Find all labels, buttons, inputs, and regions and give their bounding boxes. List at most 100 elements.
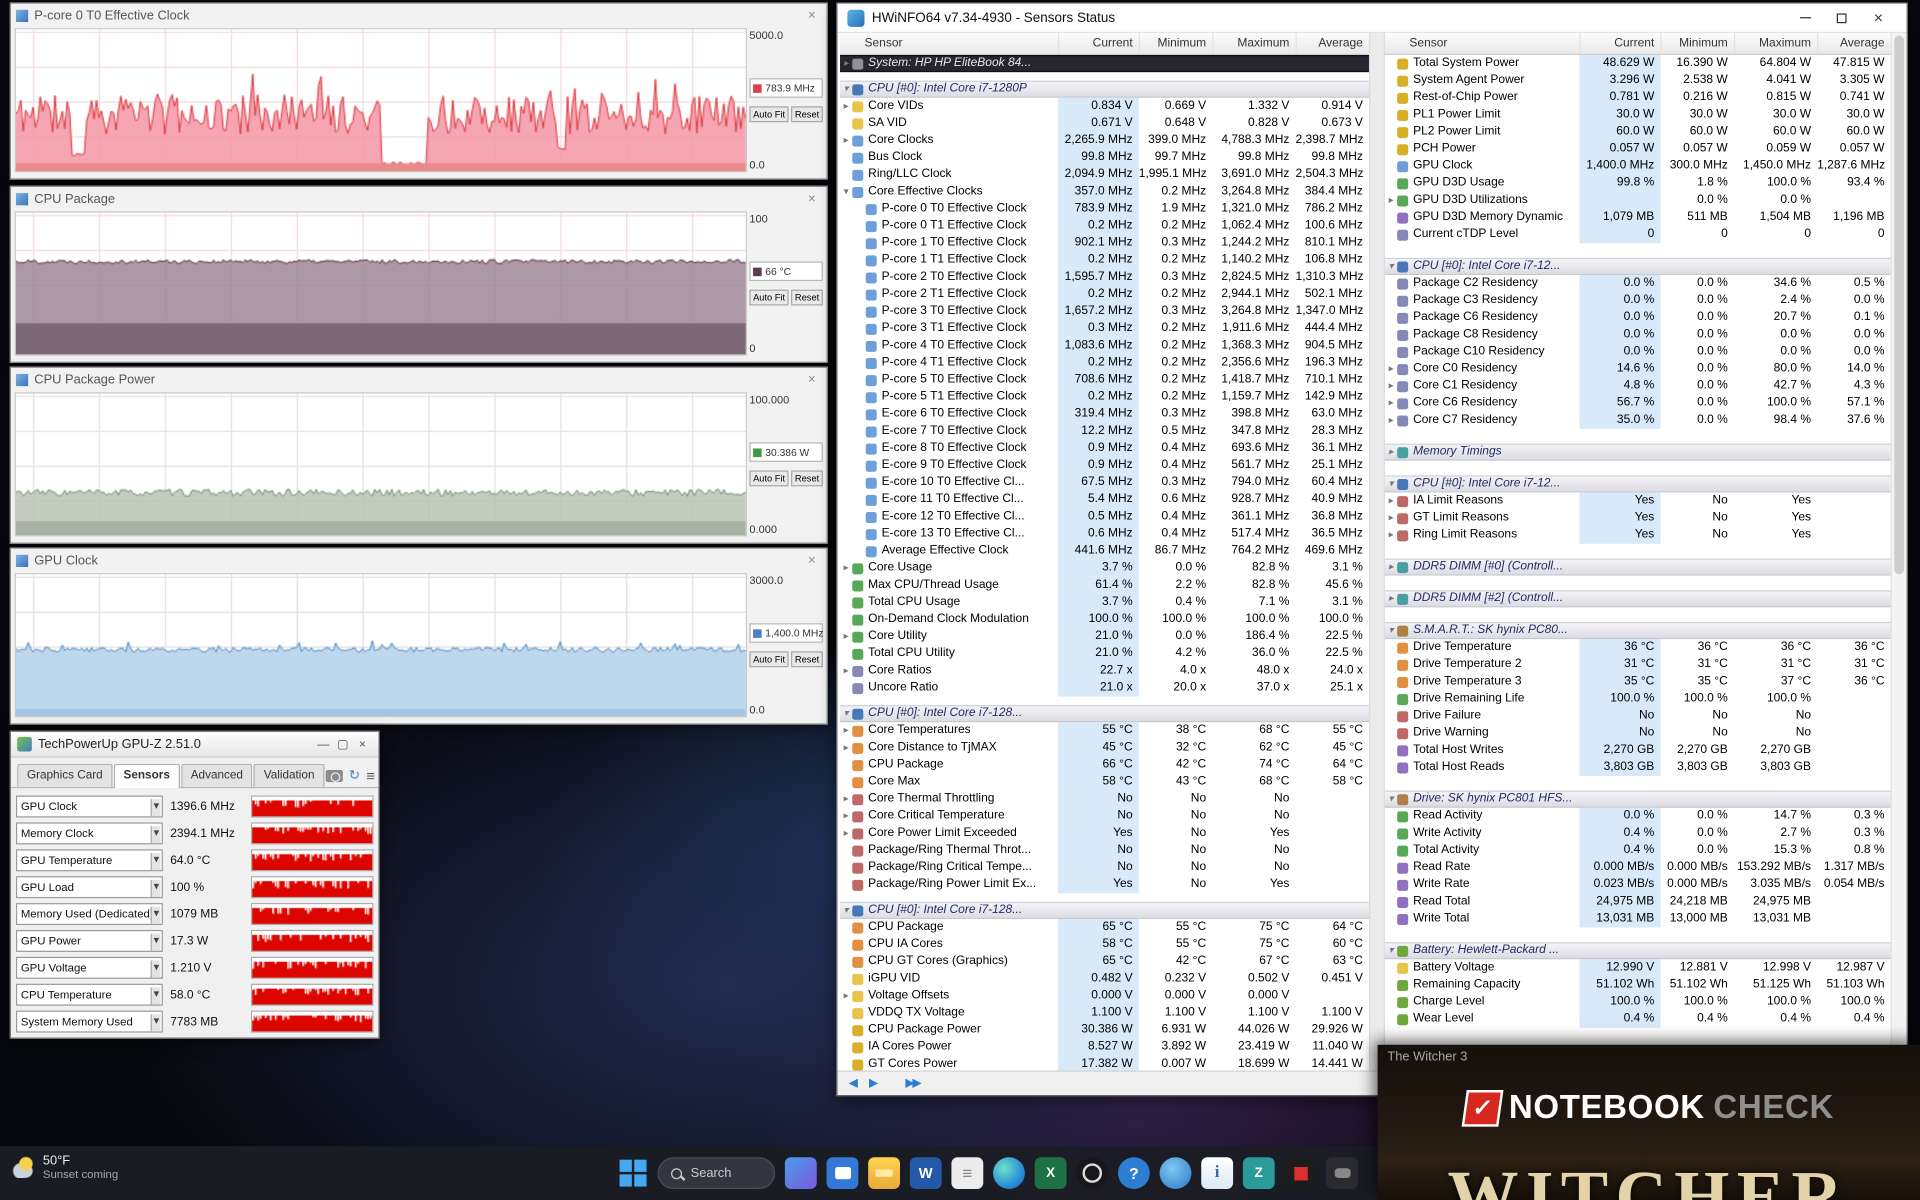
sensor-row[interactable]: Rest-of-Chip Power0.781 W0.216 W0.815 W0… [1385,89,1891,106]
maximize-icon[interactable] [1823,4,1860,31]
sensor-select[interactable]: GPU Power [16,930,163,952]
sensor-row[interactable]: Read Total24,975 MB24,218 MB24,975 MB [1385,893,1891,910]
widgets-icon[interactable] [785,1157,817,1189]
graph-window-titlebar[interactable]: CPU Package [11,187,827,210]
search-box[interactable]: Search [658,1157,776,1189]
sensor-row[interactable]: P-core 3 T0 Effective Clock1,657.2 MHz0.… [840,303,1369,320]
close-icon[interactable] [802,191,822,206]
sensor-row[interactable]: ▸Ring Limit ReasonsYesNoYes [1385,527,1891,544]
expander-icon[interactable]: ▾ [840,81,852,98]
globe-icon[interactable] [1160,1157,1192,1189]
expander-icon[interactable]: ▸ [840,98,852,115]
sensor-row[interactable]: ▸Core Clocks2,265.9 MHz399.0 MHz4,788.3 … [840,132,1369,149]
close-icon[interactable] [802,553,822,568]
graph-window-titlebar[interactable]: CPU Package Power [11,368,827,391]
expander-icon[interactable]: ▸ [1385,192,1397,209]
sensor-row[interactable]: CPU IA Cores58 °C55 °C75 °C60 °C [840,936,1369,953]
sensor-group-row[interactable]: ▾S.M.A.R.T.: SK hynix PC80... [1385,622,1891,639]
sensor-row[interactable]: P-core 1 T1 Effective Clock0.2 MHz0.2 MH… [840,252,1369,269]
tab-sensors[interactable]: Sensors [114,764,180,788]
sensor-row[interactable]: Average Effective Clock441.6 MHz86.7 MHz… [840,543,1369,560]
sensor-row[interactable]: E-core 7 T0 Effective Clock12.2 MHz0.5 M… [840,423,1369,440]
sensor-row[interactable]: Total Host Reads3,803 GB3,803 GB3,803 GB [1385,759,1891,776]
sensor-row[interactable]: CPU Package66 °C42 °C74 °C64 °C [840,756,1369,773]
expander-icon[interactable]: ▸ [840,628,852,645]
reset-button[interactable]: Reset [791,651,823,667]
sensor-row[interactable]: E-core 11 T0 Effective Cl...5.4 MHz0.6 M… [840,491,1369,508]
close-icon[interactable] [1860,4,1897,31]
sensor-row[interactable]: P-core 5 T0 Effective Clock708.6 MHz0.2 … [840,371,1369,388]
sensor-row[interactable]: GT Cores Power17.382 W0.007 W18.699 W14.… [840,1056,1369,1071]
sensor-row[interactable]: P-core 0 T0 Effective Clock783.9 MHz1.9 … [840,200,1369,217]
sensor-row[interactable]: Write Rate0.023 MB/s0.000 MB/s3.035 MB/s… [1385,876,1891,893]
refresh-icon[interactable] [349,770,360,782]
expander-icon[interactable]: ▾ [840,183,852,200]
office-icon[interactable] [951,1157,983,1189]
sensor-row[interactable]: IA Cores Power8.527 W3.892 W23.419 W11.0… [840,1039,1369,1056]
expander-icon[interactable]: ▸ [840,987,852,1004]
tab-advanced[interactable]: Advanced [181,764,253,787]
sensor-row[interactable]: Total CPU Usage3.7 %0.4 %7.1 %3.1 % [840,594,1369,611]
excel-icon[interactable] [1035,1157,1067,1189]
expander-icon[interactable]: ▾ [1385,475,1397,492]
sensor-row[interactable]: Package/Ring Critical Tempe...NoNoNo [840,859,1369,876]
sensor-select[interactable]: CPU Temperature [16,984,163,1006]
sensor-row[interactable]: On-Demand Clock Modulation100.0 %100.0 %… [840,611,1369,628]
word-icon[interactable] [910,1157,942,1189]
scrollbar[interactable] [1891,33,1907,1070]
sensor-select[interactable]: GPU Temperature [16,849,163,871]
sensor-row[interactable]: ▸Core Critical TemperatureNoNoNo [840,808,1369,825]
sensor-row[interactable]: ▸Core C6 Residency56.7 %0.0 %100.0 %57.1… [1385,395,1891,412]
sensor-row[interactable]: Drive Temperature 231 °C31 °C31 °C31 °C [1385,656,1891,673]
minimize-icon[interactable] [1787,4,1824,31]
expander-icon[interactable]: ▸ [1385,492,1397,509]
sensor-row[interactable]: Total CPU Utility21.0 %4.2 %36.0 %22.5 % [840,645,1369,662]
sensor-row[interactable]: Uncore Ratio21.0 x20.0 x37.0 x25.1 x [840,679,1369,696]
sensor-select[interactable]: System Memory Used [16,1011,163,1033]
sensor-group-row[interactable]: ▾CPU [#0]: Intel Core i7-1280P [840,81,1369,98]
sensor-group-row[interactable]: ▸DDR5 DIMM [#0] (Controll... [1385,558,1891,575]
expander-icon[interactable]: ▾ [1385,258,1397,275]
sensor-row[interactable]: ▸Core Distance to TjMAX45 °C32 °C62 °C45… [840,739,1369,756]
help-icon[interactable] [1118,1157,1150,1189]
file-explorer-icon[interactable] [868,1157,900,1189]
sensor-row[interactable]: E-core 9 T0 Effective Clock0.9 MHz0.4 MH… [840,457,1369,474]
sensor-row[interactable]: Bus Clock99.8 MHz99.7 MHz99.8 MHz99.8 MH… [840,149,1369,166]
sensor-row[interactable]: Remaining Capacity51.102 Wh51.102 Wh51.1… [1385,976,1891,993]
sensor-row[interactable]: Read Rate0.000 MB/s0.000 MB/s153.292 MB/… [1385,859,1891,876]
sensor-row[interactable]: PL1 Power Limit30.0 W30.0 W30.0 W30.0 W [1385,106,1891,123]
sensor-row[interactable]: CPU Package Power30.386 W6.931 W44.026 W… [840,1022,1369,1039]
sensor-select[interactable]: Memory Used (Dedicated) [16,903,163,925]
sensor-row[interactable]: ▸Core Ratios22.7 x4.0 x48.0 x24.0 x [840,662,1369,679]
sensor-row[interactable]: Total Host Writes2,270 GB2,270 GB2,270 G… [1385,742,1891,759]
reset-button[interactable]: Reset [791,470,823,486]
amd-icon[interactable] [1285,1157,1317,1189]
expander-icon[interactable]: ▾ [1385,942,1397,959]
sensor-select[interactable]: GPU Clock [16,796,163,818]
expander-icon[interactable]: ▸ [1385,590,1397,607]
close-icon[interactable] [353,737,373,750]
reset-button[interactable]: Reset [791,290,823,306]
hwinfo-icon[interactable] [1201,1157,1233,1189]
sensor-row[interactable]: Write Activity0.4 %0.0 %2.7 %0.3 % [1385,825,1891,842]
graph-window-titlebar[interactable]: GPU Clock [11,549,827,572]
sensor-row[interactable]: ▸Core Temperatures55 °C38 °C68 °C55 °C [840,722,1369,739]
sensor-row[interactable]: ▸Core C0 Residency14.6 %0.0 %80.0 %14.0 … [1385,360,1891,377]
sensor-row[interactable]: P-core 0 T1 Effective Clock0.2 MHz0.2 MH… [840,218,1369,235]
sensor-group-row[interactable]: ▾CPU [#0]: Intel Core i7-12... [1385,258,1891,275]
sensor-row[interactable]: ▸Core C1 Residency4.8 %0.0 %42.7 %4.3 % [1385,378,1891,395]
sensor-row[interactable]: ▸Core Utility21.0 %0.0 %186.4 %22.5 % [840,628,1369,645]
sensor-row[interactable]: GPU D3D Memory Dynamic1,079 MB511 MB1,50… [1385,209,1891,226]
sensor-row[interactable]: E-core 13 T0 Effective Cl...0.6 MHz0.4 M… [840,525,1369,542]
sensor-row[interactable]: SA VID0.671 V0.648 V0.828 V0.673 V [840,115,1369,132]
sensor-row[interactable]: Drive Temperature36 °C36 °C36 °C36 °C [1385,639,1891,656]
menu-icon[interactable] [366,770,375,782]
edge-icon[interactable] [993,1157,1025,1189]
expander-icon[interactable]: ▸ [840,825,852,842]
sensor-row[interactable]: ▸Core Usage3.7 %0.0 %82.8 %3.1 % [840,560,1369,577]
tab-graphics-card[interactable]: Graphics Card [17,764,112,787]
nav-fast-forward-icon[interactable] [902,1077,923,1090]
close-icon[interactable] [802,372,822,387]
expander-icon[interactable]: ▸ [840,722,852,739]
sensor-row[interactable]: P-core 3 T1 Effective Clock0.3 MHz0.2 MH… [840,320,1369,337]
